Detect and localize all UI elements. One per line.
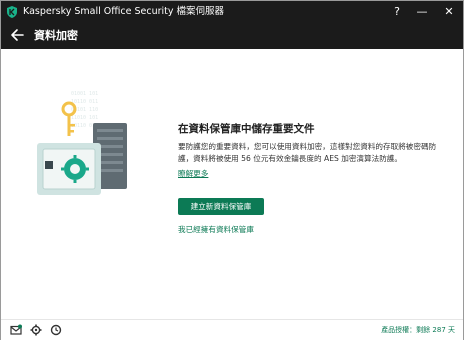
svg-text:10110 011: 10110 011 — [71, 99, 98, 105]
gear-icon[interactable] — [30, 324, 42, 336]
kaspersky-shield-icon — [7, 6, 17, 18]
svg-text:11010 101: 11010 101 — [71, 115, 98, 121]
minimize-button[interactable]: — — [411, 3, 433, 21]
close-button[interactable]: ✕ — [438, 3, 460, 21]
license-status-link[interactable]: 產品授權：剩餘 287 天 — [381, 326, 455, 335]
window-title: Kaspersky Small Office Security 檔案伺服器 — [23, 6, 225, 17]
footer-bar: 產品授權：剩餘 287 天 — [1, 319, 463, 340]
vault-illustration: 01001 101 10110 011 01101 110 11010 101 … — [37, 91, 127, 195]
mail-icon[interactable] — [10, 324, 22, 336]
learn-more-link[interactable]: 瞭解更多 — [178, 169, 208, 179]
support-icon[interactable] — [50, 324, 62, 336]
help-button[interactable]: ? — [386, 3, 408, 21]
existing-vault-link[interactable]: 我已經擁有資料保管庫 — [178, 225, 254, 235]
title-bar: Kaspersky Small Office Security 檔案伺服器 ? … — [1, 1, 463, 23]
section-heading: 在資料保管庫中儲存重要文件 — [178, 123, 315, 135]
svg-text:01001 101: 01001 101 — [71, 91, 98, 97]
create-vault-button[interactable]: 建立新資料保管庫 — [178, 198, 264, 215]
back-arrow-icon[interactable] — [10, 28, 24, 42]
description-text: 要防護您的重要資料，您可以使用資料加密，這樣對您資料的存取將被密碼防護，資料將被… — [178, 142, 437, 163]
page-title: 資料加密 — [34, 29, 78, 42]
page-header: 資料加密 — [1, 23, 463, 49]
app-window: Kaspersky Small Office Security 檔案伺服器 ? … — [0, 0, 464, 340]
